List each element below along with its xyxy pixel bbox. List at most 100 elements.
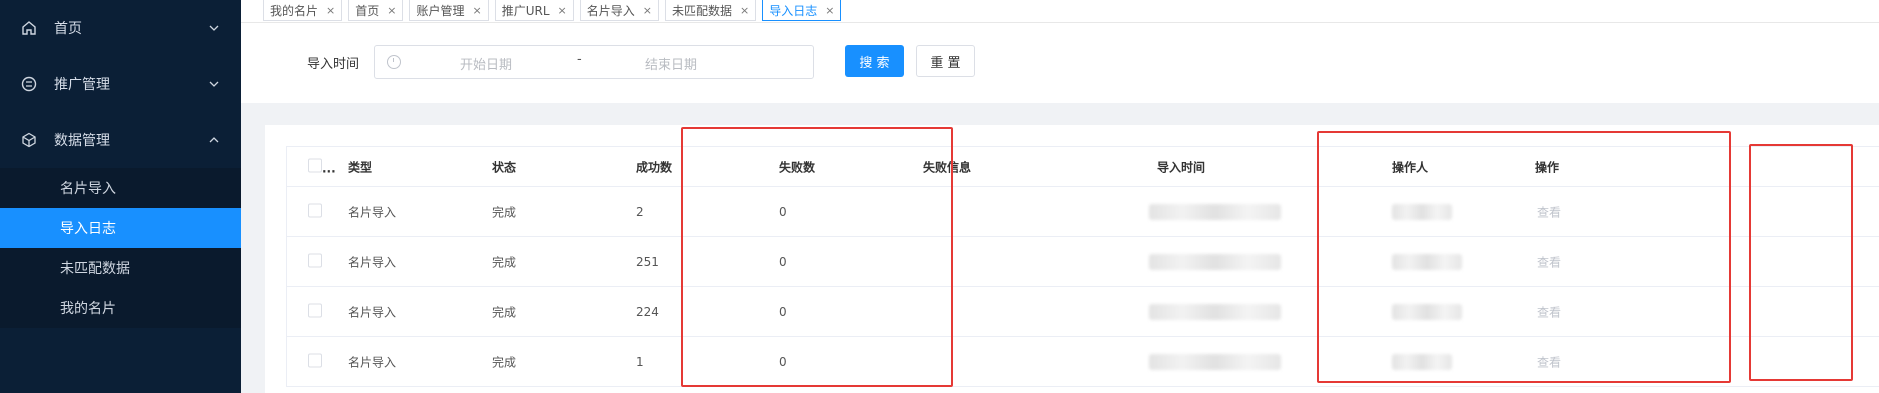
column-action: 操作: [1535, 160, 1560, 174]
import-time-label: 导入时间: [307, 57, 360, 72]
sidebar-item-card-import[interactable]: 名片导入: [0, 168, 241, 208]
close-icon[interactable]: ×: [740, 4, 749, 17]
select-all-ellipsis: ...: [322, 161, 336, 175]
close-icon[interactable]: ×: [472, 4, 481, 17]
redacted-operator: [1392, 203, 1452, 220]
close-icon[interactable]: ×: [558, 4, 567, 17]
cell-fail-count: 0: [779, 304, 787, 319]
column-success-count: 成功数: [636, 160, 673, 174]
cell-success-count: 1: [636, 354, 644, 369]
cell-type: 名片导入: [348, 255, 397, 269]
nav-group-label: 首页: [54, 21, 82, 37]
column-operator: 操作人: [1392, 160, 1429, 174]
tab-label: 导入日志: [769, 3, 818, 18]
chevron-up-icon: [209, 137, 219, 143]
select-all-checkbox[interactable]: ...: [308, 158, 336, 175]
data-submenu: 名片导入 导入日志 未匹配数据 我的名片: [0, 168, 241, 328]
table-row: 名片导入 完成 2 0 查看: [287, 187, 1879, 237]
row-checkbox[interactable]: [308, 253, 322, 270]
view-link[interactable]: 查看: [1537, 303, 1561, 320]
table-card: ... 类型 状态 成功数 失败数 失败信息 导入时间 操作人 操作 名片导入 …: [265, 125, 1879, 393]
view-link[interactable]: 查看: [1537, 203, 1561, 220]
nav-group-data[interactable]: 数据管理: [0, 112, 241, 168]
redacted-operator: [1392, 303, 1462, 320]
cell-success-count: 251: [636, 254, 659, 269]
row-checkbox[interactable]: [308, 353, 322, 370]
tab-label: 名片导入: [586, 3, 635, 18]
column-type: 类型: [348, 160, 373, 174]
cell-fail-count: 0: [779, 204, 787, 219]
close-icon[interactable]: ×: [387, 4, 396, 17]
range-separator: -: [577, 52, 582, 67]
checkbox-box[interactable]: [308, 203, 322, 217]
checkbox-box[interactable]: [308, 158, 322, 172]
cell-status: 完成: [492, 255, 517, 269]
chevron-down-icon: [209, 25, 219, 31]
cell-type: 名片导入: [348, 355, 397, 369]
data-cube-icon: [20, 131, 38, 149]
search-panel: 导入时间 开始日期 - 结束日期 搜 索 重 置: [241, 23, 1879, 103]
tab-label: 推广URL: [501, 3, 550, 18]
checkbox-box[interactable]: [308, 353, 322, 367]
cell-fail-count: 0: [779, 254, 787, 269]
table-header: ... 类型 状态 成功数 失败数 失败信息 导入时间 操作人 操作: [287, 146, 1879, 187]
nav-group-home[interactable]: 首页: [0, 0, 241, 56]
cell-fail-count: 0: [779, 354, 787, 369]
redacted-operator: [1392, 353, 1452, 370]
checkbox-box[interactable]: [308, 303, 322, 317]
home-icon: [20, 19, 38, 37]
close-icon[interactable]: ×: [326, 4, 335, 17]
tab-my-cards[interactable]: 我的名片 ×: [263, 0, 343, 21]
redacted-import-time: [1149, 203, 1281, 220]
sidebar-item-unmatched-data[interactable]: 未匹配数据: [0, 248, 241, 288]
tab-card-import[interactable]: 名片导入 ×: [579, 0, 659, 21]
close-icon[interactable]: ×: [643, 4, 652, 17]
table-row: 名片导入 完成 224 0 查看: [287, 287, 1879, 337]
sidebar-item-my-cards[interactable]: 我的名片: [0, 288, 241, 328]
redacted-import-time: [1149, 303, 1281, 320]
cell-success-count: 224: [636, 304, 659, 319]
table-row: 名片导入 完成 1 0 查看: [287, 337, 1879, 387]
main-content: 我的名片 × 首页 × 账户管理 × 推广URL × 名片导入 × 未匹配数据 × 导入日志…: [241, 0, 1879, 393]
sidebar-item-import-log[interactable]: 导入日志: [0, 208, 241, 248]
cell-success-count: 2: [636, 204, 644, 219]
tab-label: 首页: [355, 3, 380, 18]
view-link[interactable]: 查看: [1537, 353, 1561, 370]
column-import-time: 导入时间: [1157, 160, 1206, 174]
column-fail-count: 失败数: [779, 160, 816, 174]
tab-unmatched-data[interactable]: 未匹配数据 ×: [664, 0, 757, 21]
import-log-table: ... 类型 状态 成功数 失败数 失败信息 导入时间 操作人 操作 名片导入 …: [286, 146, 1879, 387]
nav-group-promotion[interactable]: 推广管理: [0, 56, 241, 112]
clock-icon: [387, 55, 401, 69]
column-fail-info: 失败信息: [923, 160, 972, 174]
view-link[interactable]: 查看: [1537, 253, 1561, 270]
table-row: 名片导入 完成 251 0 查看: [287, 237, 1879, 287]
nav-group-label: 推广管理: [54, 77, 110, 93]
cell-status: 完成: [492, 205, 517, 219]
end-date-input[interactable]: 结束日期: [645, 54, 697, 73]
tab-home[interactable]: 首页 ×: [348, 0, 404, 21]
sidebar: 首页 推广管理 数据管理 名片导入 导入日志 未匹配数据 我的名片: [0, 0, 241, 393]
row-checkbox[interactable]: [308, 303, 322, 320]
checkbox-box[interactable]: [308, 253, 322, 267]
redacted-import-time: [1149, 353, 1281, 370]
tab-import-log[interactable]: 导入日志 ×: [762, 0, 842, 21]
search-button[interactable]: 搜 索: [845, 45, 904, 77]
tab-label: 未匹配数据: [671, 3, 732, 18]
close-icon[interactable]: ×: [825, 4, 834, 17]
tab-promotion-url[interactable]: 推广URL ×: [494, 0, 574, 21]
date-range-picker[interactable]: 开始日期 - 结束日期: [374, 45, 814, 79]
reset-button[interactable]: 重 置: [916, 45, 975, 77]
cell-type: 名片导入: [348, 305, 397, 319]
cell-type: 名片导入: [348, 205, 397, 219]
promotion-icon: [20, 75, 38, 93]
cell-status: 完成: [492, 355, 517, 369]
chevron-down-icon: [209, 81, 219, 87]
tab-bar: 我的名片 × 首页 × 账户管理 × 推广URL × 名片导入 × 未匹配数据 × 导入日志…: [241, 0, 1879, 23]
redacted-operator: [1392, 253, 1462, 270]
start-date-input[interactable]: 开始日期: [460, 54, 512, 73]
redacted-import-time: [1149, 253, 1281, 270]
row-checkbox[interactable]: [308, 203, 322, 220]
tab-account-management[interactable]: 账户管理 ×: [409, 0, 489, 21]
tab-label: 账户管理: [416, 3, 465, 18]
